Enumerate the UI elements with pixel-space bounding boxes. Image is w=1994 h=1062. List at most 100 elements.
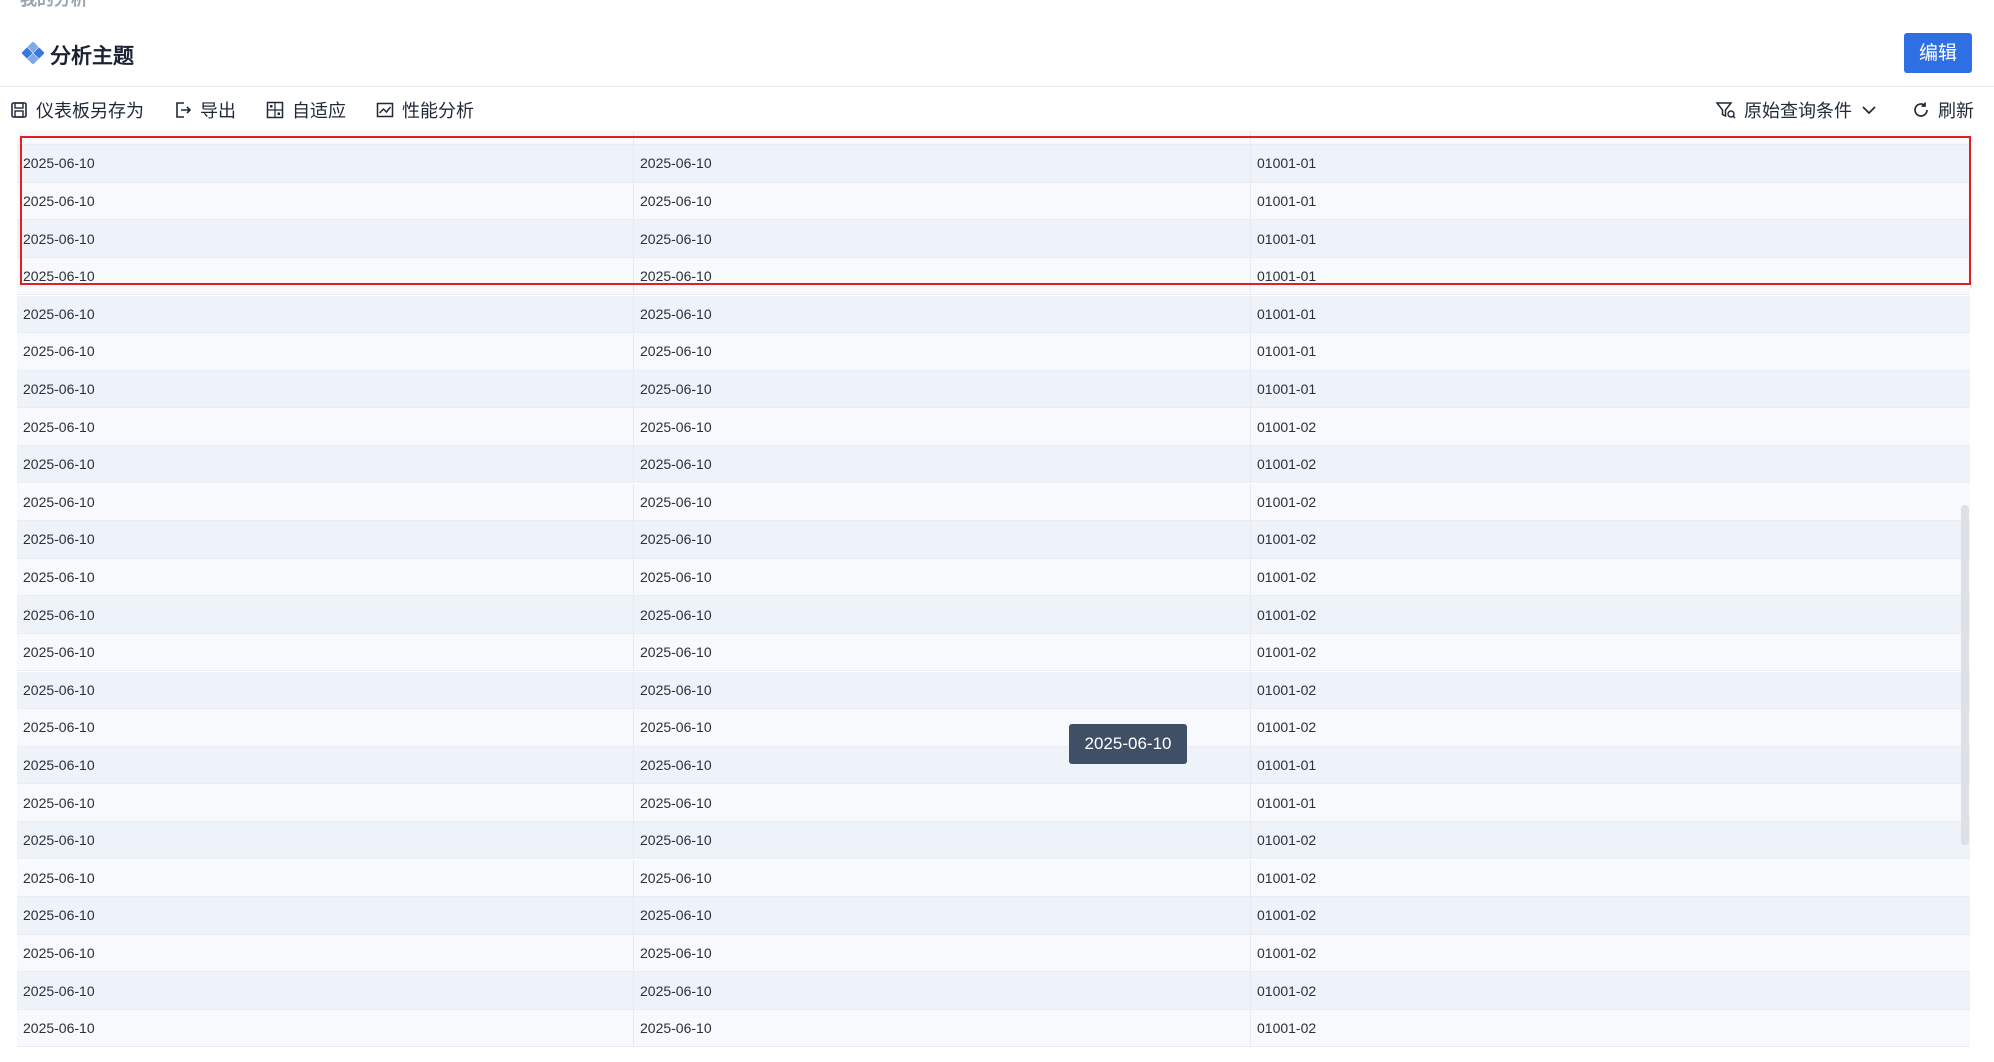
table-cell[interactable]: 2025-06-10 xyxy=(17,257,634,295)
table-cell[interactable]: 2025-06-10 xyxy=(634,972,1251,1009)
table-cell[interactable]: 2025-06-10 xyxy=(634,295,1251,333)
table-cell[interactable]: 2025-06-10 xyxy=(634,596,1251,633)
table-cell[interactable]: 2025-06-10 xyxy=(17,445,634,483)
save-as-button[interactable]: 仪表板另存为 xyxy=(9,94,144,126)
table-cell[interactable]: 01001-02 xyxy=(1251,484,1970,521)
table-row[interactable]: 2025-06-102025-06-1001001-02 xyxy=(17,934,1970,973)
table-cell[interactable]: 01001-02 xyxy=(1251,972,1970,1009)
table-cell[interactable]: 01001-01 xyxy=(1251,371,1970,408)
table-cell[interactable]: 2025-06-10 xyxy=(17,131,634,145)
table-cell[interactable]: 2025-06-10 xyxy=(17,972,634,1009)
table-cell[interactable]: 01001-02 xyxy=(1251,897,1970,934)
table-cell[interactable]: 2025-06-10 xyxy=(17,784,634,821)
table-cell[interactable]: 2025-06-10 xyxy=(634,483,1251,521)
table-row[interactable]: 2025-06-102025-06-1001001-02 xyxy=(17,897,1970,935)
table-cell[interactable]: 2025-06-10 xyxy=(17,408,634,445)
table-cell[interactable]: 2025-06-10 xyxy=(17,821,634,859)
table-row[interactable]: 2025-06-10 2025-06-10 01001-01 xyxy=(17,220,1970,258)
table-cell[interactable]: 01001-02 xyxy=(1251,408,1970,445)
table-row[interactable]: 2025-06-102025-06-1001001-02 xyxy=(17,445,1970,484)
adaptive-button[interactable]: 自适应 xyxy=(265,94,346,126)
table-row[interactable]: 2025-06-10 2025-06-10 01001-01 xyxy=(17,257,1970,296)
table-cell[interactable]: 2025-06-10 xyxy=(17,483,634,521)
table-cell[interactable]: 2025-06-10 xyxy=(17,746,634,784)
table-cell[interactable]: 2025-06-10 xyxy=(17,934,634,972)
table-row[interactable]: 2025-06-102025-06-1001001-02 xyxy=(17,131,1970,146)
table-cell[interactable]: 01001-01 xyxy=(1251,258,1970,295)
table-cell[interactable]: 01001-02 xyxy=(1251,935,1970,972)
table-cell[interactable]: 01001-01 xyxy=(1251,183,1970,220)
table-cell[interactable]: 2025-06-10 xyxy=(17,897,634,934)
table-cell[interactable]: 2025-06-10 xyxy=(634,784,1251,821)
table-cell[interactable]: 2025-06-10 xyxy=(634,257,1251,295)
table-cell[interactable]: 2025-06-10 xyxy=(634,370,1251,408)
table-cell[interactable]: 2025-06-10 xyxy=(17,633,634,671)
table-row[interactable]: 2025-06-102025-06-1001001-02 xyxy=(17,709,1970,747)
table-cell[interactable]: 2025-06-10 xyxy=(634,633,1251,671)
table-row[interactable]: 2025-06-10 2025-06-10 01001-01 xyxy=(17,295,1970,334)
table-cell[interactable]: 01001-01 xyxy=(1251,296,1970,333)
table-cell[interactable]: 01001-01 xyxy=(1251,220,1970,257)
table-cell[interactable]: 01001-02 xyxy=(1251,860,1970,897)
table-cell[interactable]: 01001-02 xyxy=(1251,822,1970,859)
table-cell[interactable]: 2025-06-10 xyxy=(17,1009,634,1047)
table-row[interactable]: 2025-06-10 2025-06-10 01001-01 xyxy=(17,145,1970,183)
table-cell[interactable]: 2025-06-10 xyxy=(17,671,634,709)
breadcrumb[interactable]: 我的分析 xyxy=(20,0,88,10)
table-cell[interactable]: 2025-06-10 xyxy=(17,295,634,333)
table-row[interactable]: 2025-06-10 2025-06-10 01001-01 xyxy=(17,370,1970,409)
table-cell[interactable]: 2025-06-10 xyxy=(634,558,1251,596)
table-cell[interactable]: 2025-06-10 xyxy=(17,333,634,370)
table-cell[interactable]: 2025-06-10 xyxy=(17,370,634,408)
table-row[interactable]: 2025-06-102025-06-1001001-02 xyxy=(17,671,1970,710)
table-row[interactable]: 2025-06-102025-06-1001001-02 xyxy=(17,596,1970,634)
table-cell[interactable]: 2025-06-10 xyxy=(634,131,1251,145)
table-cell[interactable]: 2025-06-10 xyxy=(17,596,634,633)
table-cell[interactable]: 2025-06-10 xyxy=(634,408,1251,445)
table-cell[interactable]: 2025-06-10 xyxy=(634,1009,1251,1047)
table-cell[interactable]: 01001-02 xyxy=(1251,1010,1970,1047)
table-cell[interactable]: 2025-06-10 xyxy=(634,671,1251,709)
table-cell[interactable]: 2025-06-10 xyxy=(634,445,1251,483)
data-table[interactable]: 2025-06-102025-06-1001001-022025-06-1020… xyxy=(17,131,1970,1062)
query-conditions-dropdown[interactable]: 原始查询条件 xyxy=(1715,94,1882,126)
table-row[interactable]: 2025-06-102025-06-1001001-02 xyxy=(17,972,1970,1010)
table-cell[interactable]: 01001-01 xyxy=(1251,333,1970,370)
table-row[interactable]: 2025-06-102025-06-1001001-02 xyxy=(17,633,1970,672)
table-cell[interactable]: 2025-06-10 xyxy=(634,934,1251,972)
table-cell[interactable]: 2025-06-10 xyxy=(17,558,634,596)
table-row[interactable]: 2025-06-102025-06-1001001-02 xyxy=(17,483,1970,522)
table-cell[interactable]: 2025-06-10 xyxy=(634,859,1251,897)
table-cell[interactable]: 2025-06-10 xyxy=(17,220,634,257)
table-cell[interactable]: 01001-01 xyxy=(1251,784,1970,821)
table-cell[interactable]: 01001-02 xyxy=(1251,634,1970,671)
table-cell[interactable]: 01001-01 xyxy=(1251,747,1970,784)
table-cell[interactable]: 2025-06-10 xyxy=(17,182,634,220)
edit-button[interactable]: 编辑 xyxy=(1904,33,1972,73)
table-row[interactable]: 2025-06-10 2025-06-10 01001-01 xyxy=(17,784,1970,822)
table-row[interactable]: 2025-06-102025-06-1001001-02 xyxy=(17,521,1970,559)
refresh-button[interactable]: 刷新 xyxy=(1911,94,1974,126)
table-cell[interactable]: 2025-06-10 xyxy=(17,145,634,182)
table-cell[interactable]: 2025-06-10 xyxy=(634,182,1251,220)
table-cell[interactable]: 01001-02 xyxy=(1251,672,1970,709)
table-cell[interactable]: 01001-02 xyxy=(1251,709,1970,746)
table-cell[interactable]: 01001-02 xyxy=(1251,596,1970,633)
export-button[interactable]: 导出 xyxy=(173,94,236,126)
table-row[interactable]: 2025-06-102025-06-1001001-02 xyxy=(17,821,1970,860)
table-row[interactable]: 2025-06-102025-06-1001001-02 xyxy=(17,1009,1970,1048)
table-row[interactable]: 2025-06-10 2025-06-10 01001-01 xyxy=(17,746,1970,785)
performance-button[interactable]: 性能分析 xyxy=(375,94,474,126)
table-row[interactable]: 2025-06-102025-06-1001001-02 xyxy=(17,859,1970,898)
table-row[interactable]: 2025-06-10 2025-06-10 01001-01 xyxy=(17,182,1970,221)
table-cell[interactable]: 01001-02 xyxy=(1251,131,1970,144)
table-cell[interactable]: 2025-06-10 xyxy=(634,897,1251,934)
table-cell[interactable]: 01001-02 xyxy=(1251,521,1970,558)
table-row[interactable]: 2025-06-102025-06-1001001-02 xyxy=(17,408,1970,446)
table-cell[interactable]: 2025-06-10 xyxy=(17,859,634,897)
table-cell[interactable]: 2025-06-10 xyxy=(17,521,634,558)
table-cell[interactable]: 2025-06-10 xyxy=(634,145,1251,182)
table-cell[interactable]: 2025-06-10 xyxy=(634,521,1251,558)
table-cell[interactable]: 01001-02 xyxy=(1251,559,1970,596)
table-row[interactable]: 2025-06-102025-06-1001001-02 xyxy=(17,558,1970,597)
